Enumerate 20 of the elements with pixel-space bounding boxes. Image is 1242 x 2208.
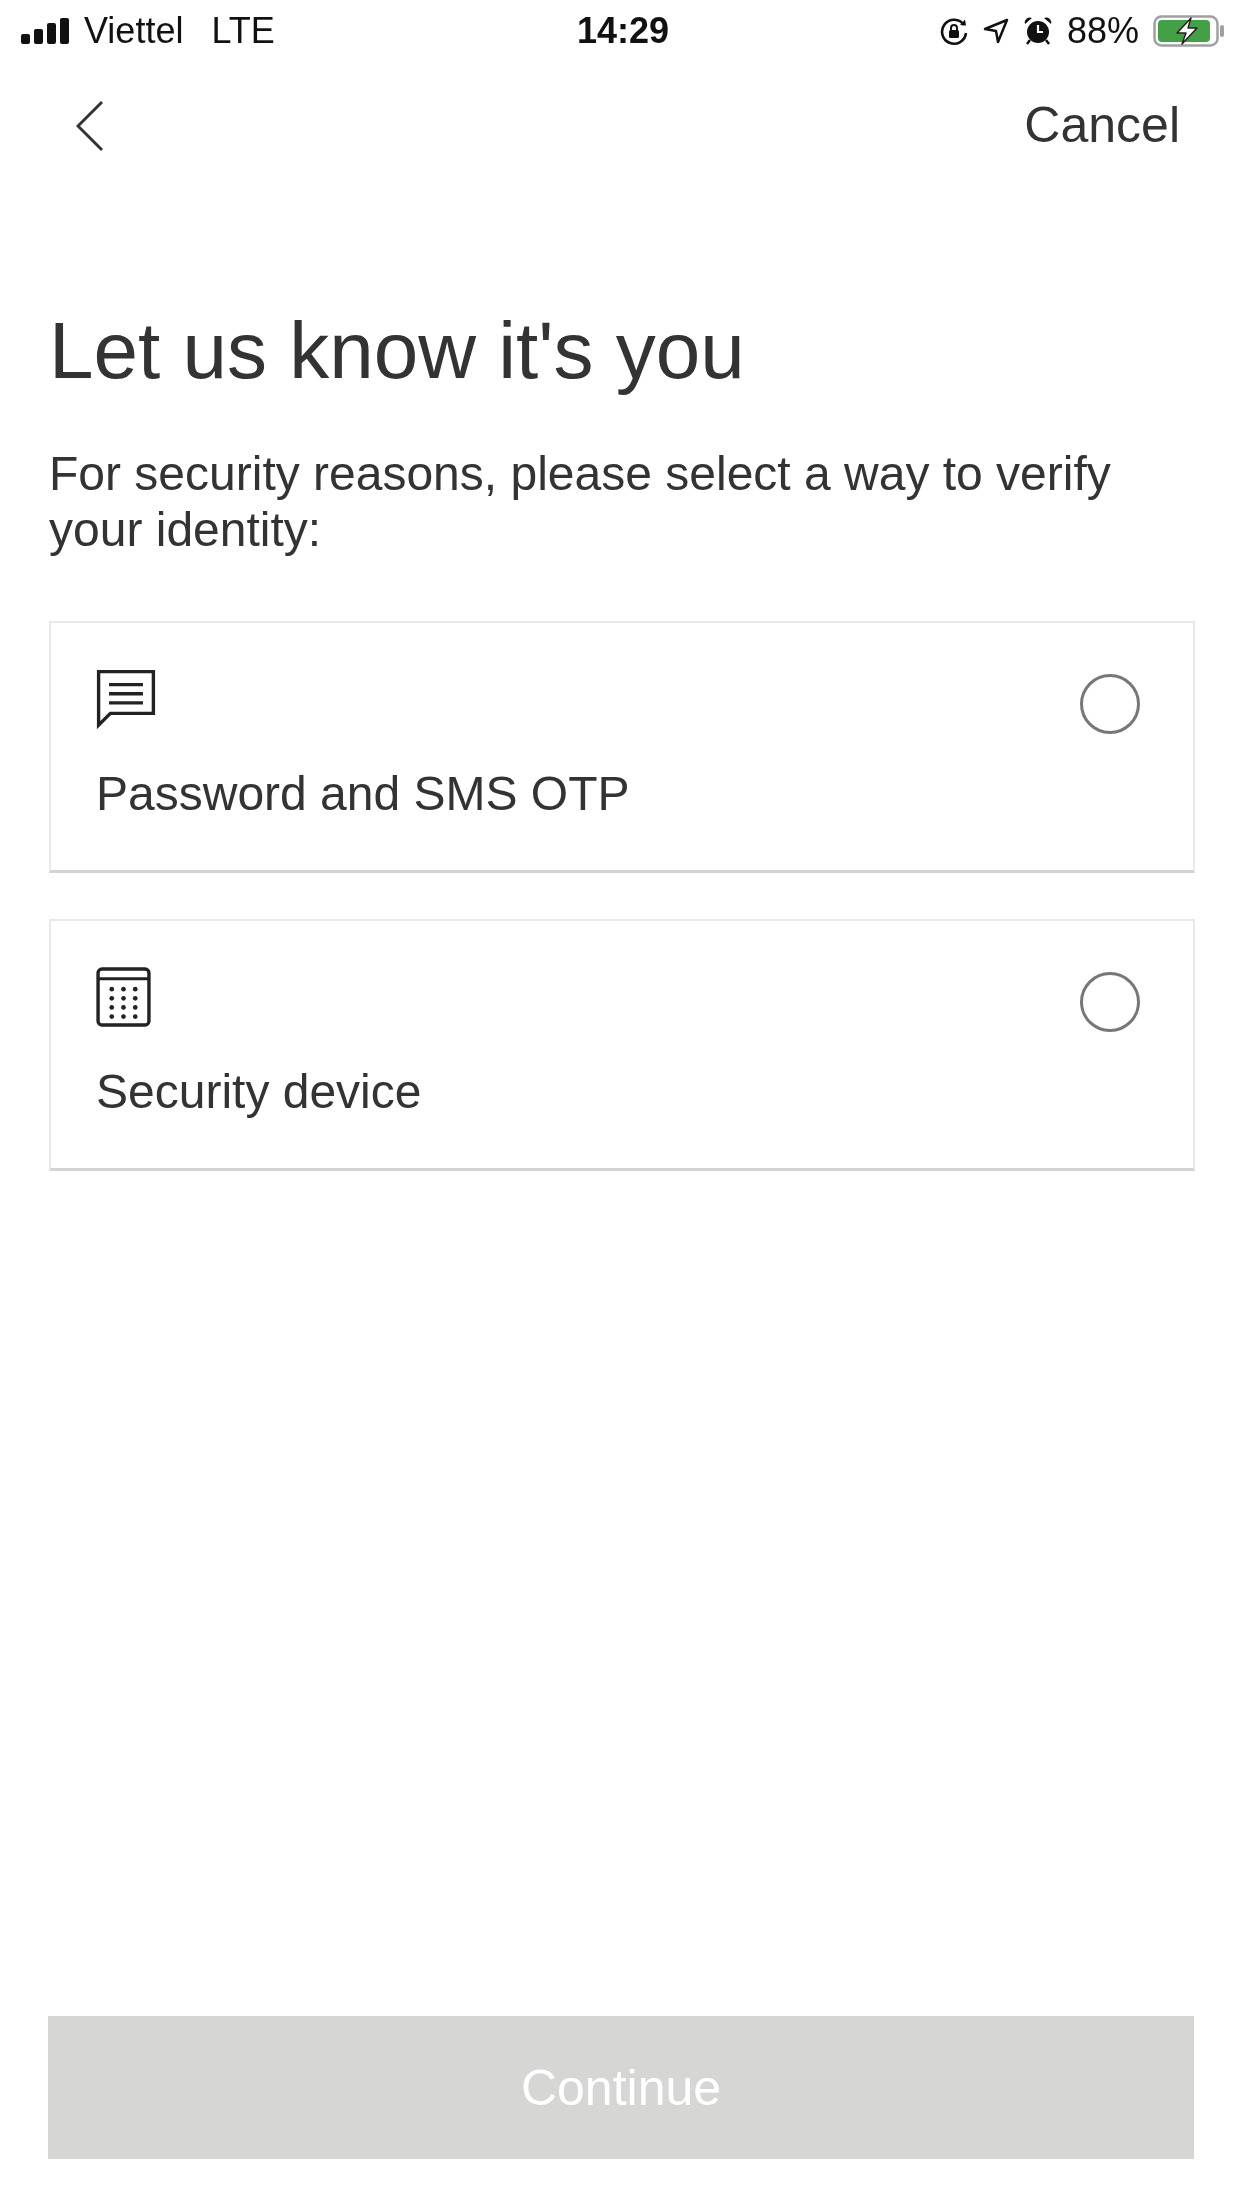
network-type: LTE <box>211 10 275 52</box>
radio-button[interactable] <box>1080 972 1140 1032</box>
carrier-name: Viettel <box>84 10 184 52</box>
back-icon[interactable] <box>76 100 104 152</box>
instruction-text: For security reasons, please select a way to verify your identity: <box>49 446 1112 558</box>
option-label: Security device <box>96 1064 422 1120</box>
keypad-icon <box>96 967 151 1027</box>
verification-option[interactable]: Security device <box>49 919 1195 1171</box>
orientation-lock-icon <box>938 16 969 46</box>
alarm-clock-icon <box>1022 16 1053 46</box>
message-icon <box>96 669 156 729</box>
cancel-button[interactable]: Cancel <box>1024 97 1180 155</box>
option-label: Password and SMS OTP <box>96 766 630 822</box>
signal-icon <box>21 18 69 44</box>
battery-percent: 88% <box>1066 10 1139 52</box>
status-time: 14:29 <box>576 10 670 52</box>
radio-button[interactable] <box>1080 674 1140 734</box>
verification-option[interactable]: Password and SMS OTP <box>49 621 1195 873</box>
page-title: Let us know it's you <box>49 305 746 397</box>
location-arrow-icon <box>982 18 1009 44</box>
